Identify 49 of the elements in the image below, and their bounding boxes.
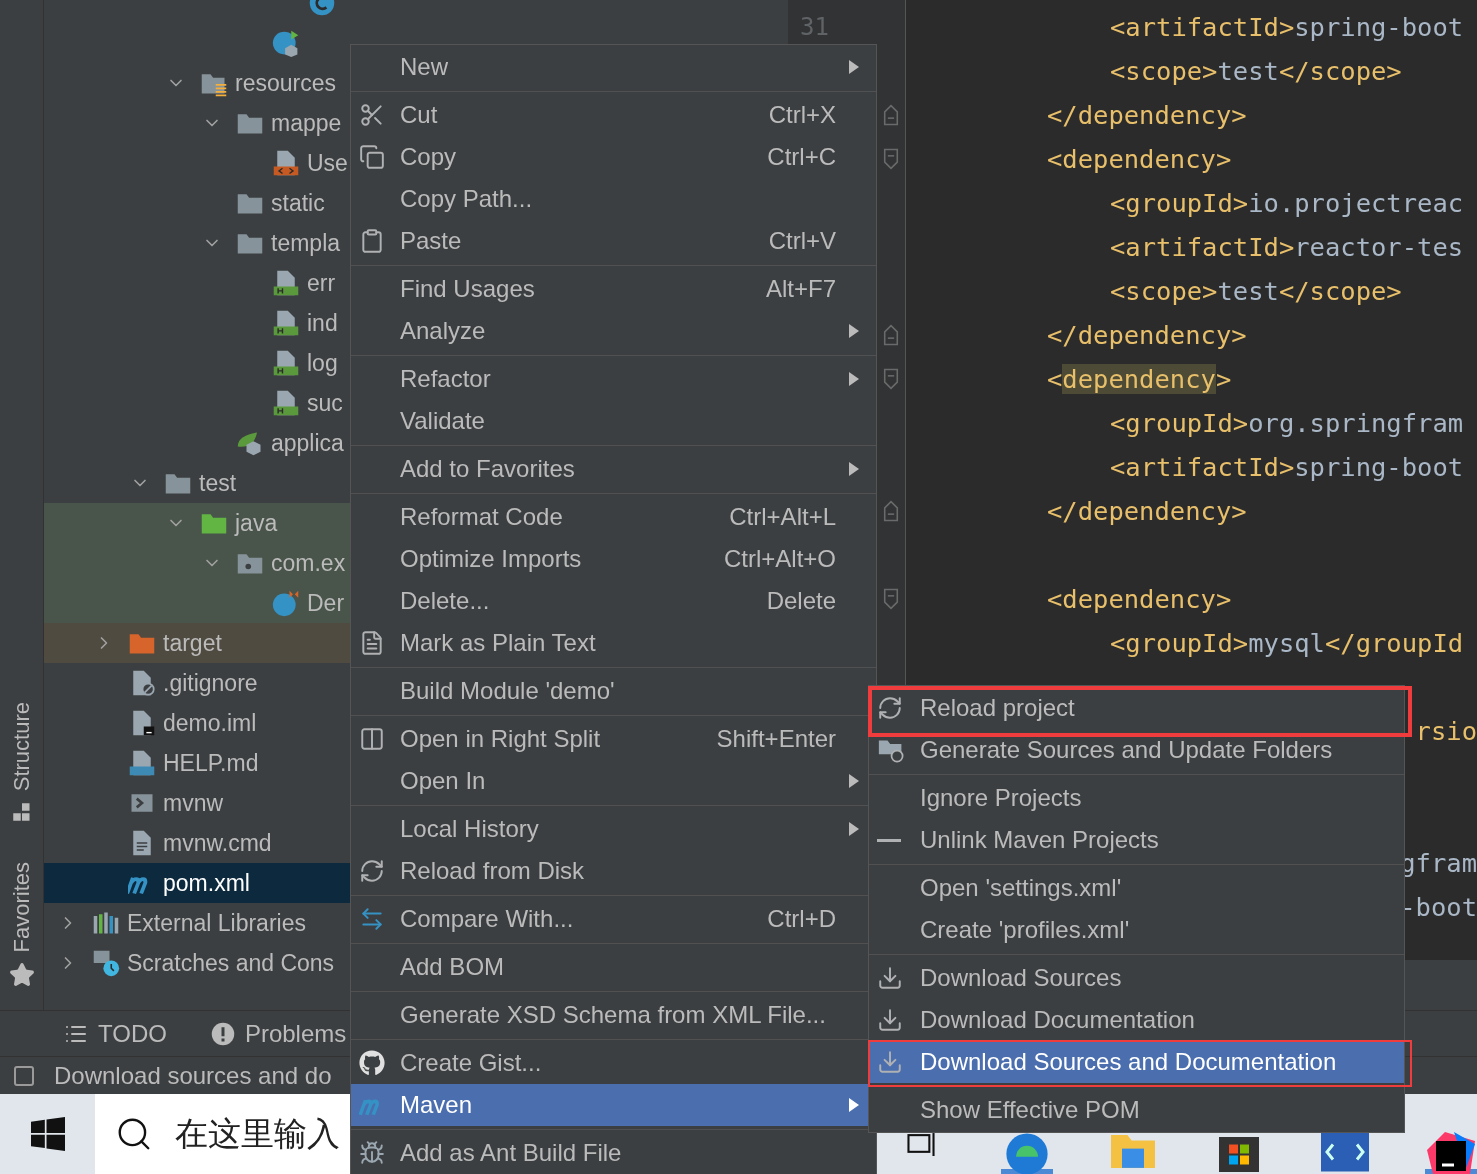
tree-item-label: External Libraries [127, 909, 306, 937]
tree-item-label: suc [307, 389, 343, 417]
code-line: <dependency> [1047, 144, 1232, 174]
code-line: </dependency> [1047, 320, 1247, 350]
tree-item-label: ind [307, 309, 338, 337]
code-line: -boot [1400, 892, 1477, 922]
code-line: <dependency> [1047, 584, 1232, 614]
tree-item-label: log [307, 349, 338, 377]
tree-item-label: Use [307, 149, 348, 177]
tree-item-label: resources [235, 69, 336, 97]
tree-item-label: err [307, 269, 336, 297]
status-message: Download sources and do [54, 1061, 332, 1090]
tree-item-label: com.ex [271, 549, 346, 577]
code-line: <groupId>mysql</groupId [1110, 628, 1464, 658]
code-line: <dependency> [1047, 364, 1232, 394]
tree-item-label: templa [271, 229, 341, 257]
shortcut-label: Ctrl+Alt+L [729, 503, 836, 531]
shortcut-label: Delete [766, 587, 836, 615]
shortcut-label: Ctrl+X [768, 101, 836, 129]
tree-item-label: mappe [271, 109, 342, 137]
shortcut-label: Ctrl+C [767, 143, 836, 171]
code-line: <artifactId>reactor-tes [1110, 232, 1464, 262]
code-line: <artifactId>spring-boot [1110, 12, 1464, 42]
tree-item-label: Scratches and Cons [127, 949, 335, 977]
code-line: <artifactId>spring-boot [1110, 452, 1464, 482]
tree-item-label: .gitignore [163, 669, 258, 697]
tree-item-label: applica [271, 429, 344, 457]
shortcut-label: Ctrl+D [767, 905, 836, 933]
code-line: </dependency> [1047, 496, 1247, 526]
tree-item-label: mvnw.cmd [163, 829, 272, 857]
code-line: </dependency> [1047, 100, 1247, 130]
tree-item-label: Der [307, 589, 345, 617]
tree-item-label: demo.iml [163, 709, 257, 737]
shortcut-label: Shift+Enter [716, 725, 836, 753]
tree-item-label: mvnw [163, 789, 224, 817]
tree-item-label: test [199, 469, 237, 497]
tree-item-label: HELP.md [163, 749, 259, 777]
shortcut-label: Alt+F7 [765, 275, 836, 303]
code-line: <groupId>io.projectreac [1110, 188, 1464, 218]
shortcut-label: Ctrl+V [768, 227, 836, 255]
code-line: <groupId>org.springfram [1110, 408, 1464, 438]
code-line: <scope>test</scope> [1110, 56, 1402, 86]
shortcut-label: Ctrl+Alt+O [723, 545, 836, 573]
tree-item-label: pom.xml [163, 869, 250, 897]
tree-item-label: target [163, 629, 222, 657]
tree-item-label: java [235, 509, 278, 537]
code-line: rsio [1415, 716, 1477, 746]
code-line: <scope>test</scope> [1110, 276, 1402, 306]
tree-item-label: static [271, 189, 325, 217]
